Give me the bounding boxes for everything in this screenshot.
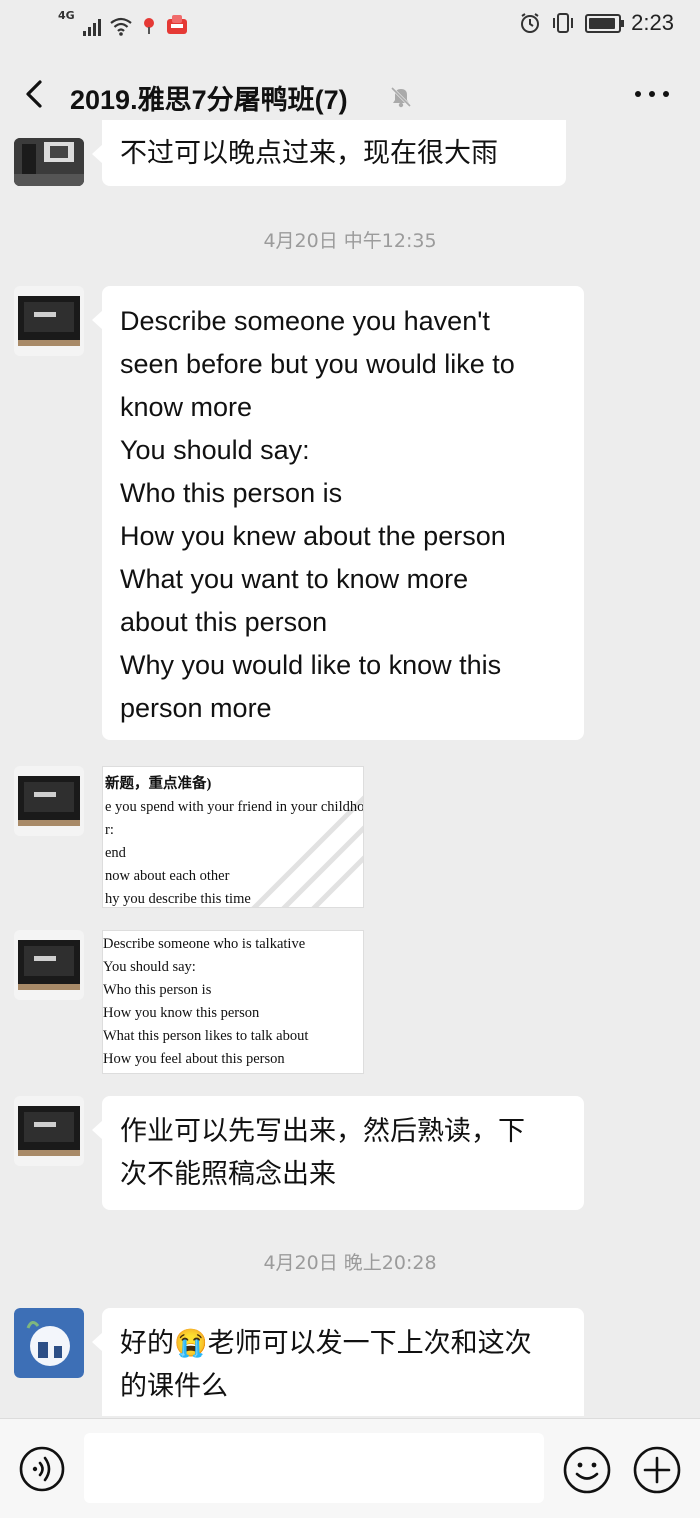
image-line: hy you describe this time [105, 891, 251, 907]
message-line: 的课件么 [120, 1371, 228, 1401]
image-line: now about each other [105, 868, 230, 884]
message-bubble[interactable]: 作业可以先写出来，然后熟读，下 次不能照稿念出来 [92, 1096, 584, 1210]
clock: 2:23 [631, 10, 674, 35]
image-line: r: [105, 822, 114, 838]
message-line: How you knew about the person [120, 521, 506, 551]
more-icon[interactable] [632, 84, 672, 104]
message-line: 次不能照稿念出来 [120, 1159, 336, 1189]
message-1: 不过可以晚点过来，现在很大雨 [14, 120, 674, 190]
status-bar: 4G 2:23 [0, 0, 700, 52]
message-bubble[interactable]: 好的😭老师可以发一下上次和这次 的课件么 [92, 1308, 584, 1416]
voice-icon[interactable] [18, 1445, 66, 1493]
back-icon[interactable] [18, 76, 54, 112]
message-line: What you want to know more [120, 564, 469, 594]
message-text: 不过可以晚点过来，现在很大雨 [120, 138, 498, 168]
status-right: 2:23 [519, 10, 674, 36]
vibrate-icon [553, 13, 574, 33]
message-line: know more [120, 392, 253, 422]
image-line: How you know this person [103, 1005, 260, 1021]
avatar[interactable] [14, 1308, 84, 1378]
message-line: You should say: [120, 435, 310, 465]
image-line: Describe someone who is talkative [103, 936, 306, 952]
signal-icon [82, 18, 101, 36]
message-line: about this person [120, 607, 328, 637]
notification-icon [166, 15, 187, 34]
image-line: e you spend with your friend in your chi… [105, 799, 364, 815]
image-line: You should say: [103, 959, 196, 975]
timestamp: 4月20日 中午12:35 [263, 230, 437, 252]
status-left: 4G [58, 9, 189, 36]
emoji-icon[interactable] [562, 1445, 612, 1495]
alarm-icon [521, 13, 540, 33]
wifi-icon [110, 17, 132, 36]
message-line: Who this person is [120, 478, 343, 508]
message-line: 好的😭老师可以发一下上次和这次 [120, 1328, 532, 1358]
image-message[interactable]: 新题，重点准备) e you spend with your friend in… [102, 766, 364, 908]
message-line: seen before but you would like to [120, 349, 515, 379]
message-line: person more [120, 693, 272, 723]
message-bubble[interactable]: 不过可以晚点过来，现在很大雨 [92, 120, 566, 186]
image-line: 新题，重点准备) [105, 776, 212, 792]
avatar[interactable] [14, 286, 84, 356]
avatar[interactable] [14, 1096, 84, 1166]
avatar[interactable] [14, 766, 84, 836]
network-type: 4G [58, 9, 75, 22]
image-message[interactable]: Describe someone who is talkative You sh… [102, 930, 364, 1074]
message-line: Describe someone you haven't [120, 306, 490, 336]
message-line: 作业可以先写出来，然后熟读，下 [120, 1116, 525, 1146]
image-line: What this person likes to talk about [103, 1028, 309, 1044]
plus-icon[interactable] [632, 1445, 682, 1495]
image-line: end [105, 845, 126, 861]
image-line: How you feel about this person [103, 1051, 285, 1067]
avatar[interactable] [14, 930, 84, 1000]
message-line: Why you would like to know this [120, 650, 502, 680]
battery-icon [585, 13, 625, 33]
mute-icon [390, 86, 412, 108]
chat-title: 2019.雅思7分屠鸭班(7) [70, 85, 348, 115]
timestamp: 4月20日 晚上20:28 [263, 1252, 437, 1274]
avatar[interactable] [14, 138, 84, 186]
image-line: Who this person is [103, 982, 212, 998]
message-bubble[interactable]: Describe someone you haven't seen before… [92, 286, 584, 740]
input-bar [0, 1418, 700, 1518]
location-icon [143, 18, 154, 34]
message-input[interactable] [84, 1433, 544, 1503]
